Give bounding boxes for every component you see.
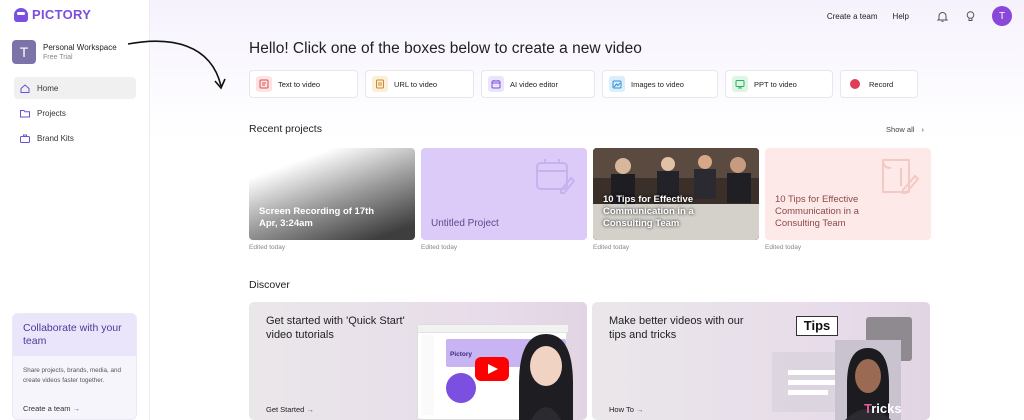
briefcase-icon [20, 134, 30, 143]
ppt-to-video-button[interactable]: PPT to video [725, 70, 833, 98]
tricks-rest: ricks [871, 401, 902, 416]
workspace-switcher[interactable]: T Personal Workspace Free Trial [12, 40, 117, 64]
project-title: 10 Tips for Effective Communication in a… [775, 194, 859, 229]
collaborate-description: Share projects, brands, media, and creat… [23, 367, 122, 384]
project-title: 10 Tips for Effective Communication in a… [603, 194, 694, 229]
workspace-name: Personal Workspace [43, 43, 117, 52]
recent-projects-heading: Recent projects [249, 123, 322, 135]
folder-icon [20, 109, 30, 118]
sidebar-item-home[interactable]: Home [14, 77, 136, 99]
collaborate-card: Collaborate with your team Share project… [12, 313, 137, 420]
collaborate-title: Collaborate with your team [13, 314, 136, 356]
main-content: Create a team Help T Hello! Click one of… [127, 0, 1024, 420]
home-icon [20, 83, 30, 93]
text-video-icon [256, 76, 272, 92]
create-option-label: Images to video [631, 79, 684, 89]
record-button[interactable]: Record [840, 70, 918, 98]
sidebar-item-label: Home [37, 83, 59, 93]
workspace-avatar: T [12, 40, 36, 64]
create-option-label: Text to video [278, 79, 321, 89]
create-option-label: Record [869, 79, 894, 89]
discover-card-quick-start[interactable]: Get started with 'Quick Start' video tut… [249, 302, 587, 420]
document-edit-icon [882, 159, 919, 194]
sidebar-item-label: Projects [37, 108, 66, 118]
create-team-link[interactable]: Create a team → [23, 404, 80, 413]
discover-heading: Discover [249, 279, 290, 291]
ai-editor-icon [488, 76, 504, 92]
project-card[interactable]: Screen Recording of 17th Apr, 3:24am [249, 148, 415, 240]
lightbulb-icon[interactable] [964, 10, 977, 23]
how-to-label: How To [609, 405, 634, 414]
record-icon [850, 79, 860, 89]
project-edited-time: Edited today [421, 244, 458, 251]
presenter-image [519, 334, 573, 420]
pictory-logo[interactable]: PICTORY [14, 7, 91, 22]
create-option-label: AI video editor [510, 79, 558, 89]
get-started-label: Get Started [266, 405, 305, 414]
project-title: Screen Recording of 17th Apr, 3:24am [259, 206, 375, 229]
how-to-link[interactable]: How To → [609, 405, 643, 414]
user-avatar[interactable]: T [992, 6, 1012, 26]
ai-video-editor-button[interactable]: AI video editor [481, 70, 595, 98]
sidebar-item-label: Brand Kits [37, 133, 74, 143]
project-edited-time: Edited today [249, 244, 286, 251]
discover-card-title: Make better videos with our tips and tri… [609, 315, 744, 341]
bell-icon[interactable] [936, 10, 949, 23]
sidebar-nav: Home Projects Brand Kits [14, 77, 136, 152]
chevron-right-icon: › [921, 125, 925, 134]
arrow-right-icon: → [72, 404, 81, 413]
top-bar: Create a team Help T [827, 6, 1012, 26]
help-link[interactable]: Help [893, 12, 909, 21]
url-video-icon [372, 76, 388, 92]
logo-text: PICTORY [32, 7, 92, 22]
tricks-label: Tricks [864, 401, 902, 416]
project-card[interactable]: Untitled Project [421, 148, 587, 240]
page-title: Hello! Click one of the boxes below to c… [249, 40, 642, 57]
create-team-button[interactable]: Create a team [827, 12, 878, 21]
discover-card-tips[interactable]: Make better videos with our tips and tri… [592, 302, 930, 420]
project-edited-time: Edited today [765, 244, 802, 251]
tips-label: Tips [796, 316, 838, 336]
project-card[interactable]: 10 Tips for Effective Communication in a… [765, 148, 931, 240]
project-card[interactable]: 10 Tips for Effective Communication in a… [593, 148, 759, 240]
discover-card-title: Get started with 'Quick Start' video tut… [266, 315, 405, 341]
youtube-play-icon[interactable] [475, 357, 509, 381]
workspace-plan: Free Trial [43, 54, 73, 61]
arrow-right-icon: → [306, 405, 314, 414]
show-all-label: Show all [886, 125, 915, 134]
sidebar-item-brand-kits[interactable]: Brand Kits [14, 127, 136, 149]
create-team-link-label: Create a team [23, 404, 71, 413]
images-video-icon [609, 76, 625, 92]
ppt-video-icon [732, 76, 748, 92]
calendar-edit-icon [536, 159, 575, 194]
pictory-logo-icon [14, 7, 28, 22]
project-title: Untitled Project [431, 218, 499, 229]
create-options: Text to video URL to video AI video edit… [249, 70, 918, 98]
curved-arrow-decoration [127, 40, 226, 90]
create-option-label: PPT to video [754, 79, 797, 89]
pictory-badge: Pictory [450, 351, 473, 358]
create-option-label: URL to video [394, 79, 438, 89]
show-all-link[interactable]: Show all › [886, 125, 924, 134]
url-to-video-button[interactable]: URL to video [365, 70, 474, 98]
images-to-video-button[interactable]: Images to video [602, 70, 718, 98]
project-edited-time: Edited today [593, 244, 630, 251]
text-to-video-button[interactable]: Text to video [249, 70, 358, 98]
sidebar-item-projects[interactable]: Projects [14, 102, 136, 124]
get-started-link[interactable]: Get Started → [266, 405, 314, 414]
arrow-right-icon: → [635, 405, 644, 414]
